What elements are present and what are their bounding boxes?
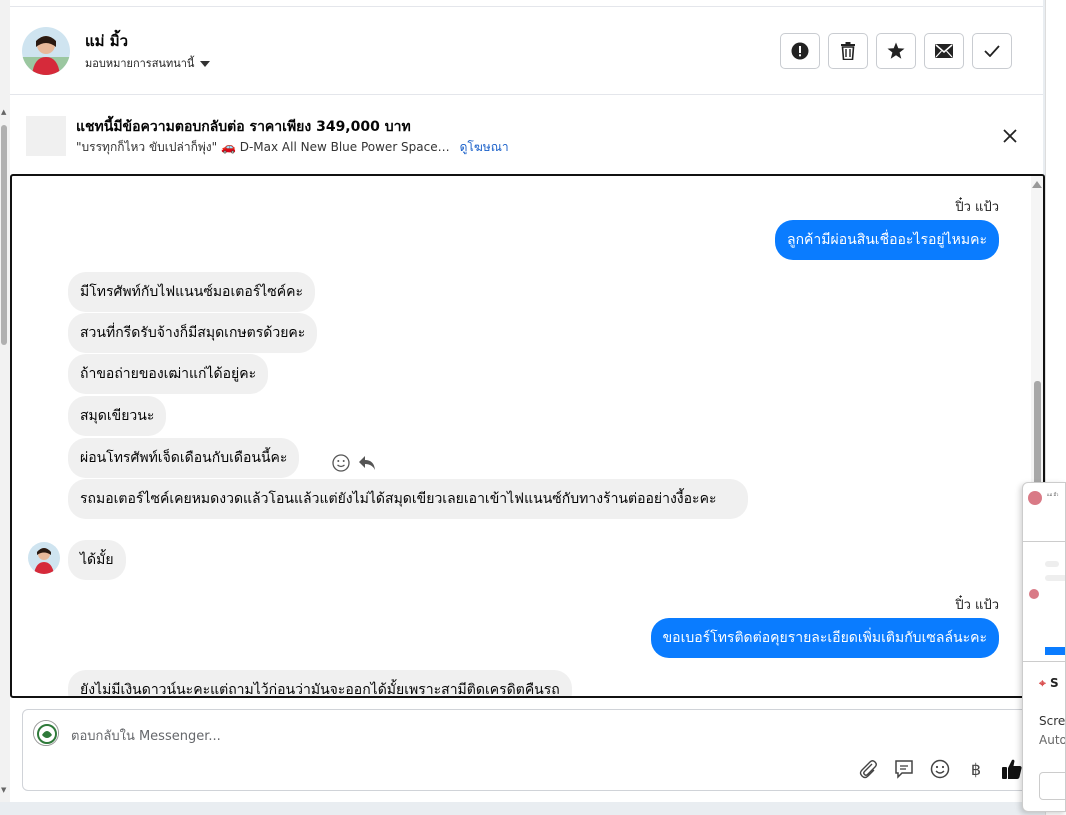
contact-avatar-small[interactable] — [28, 542, 60, 574]
scroll-down-arrow-icon[interactable]: ▼ — [1, 786, 6, 794]
emoji-icon[interactable] — [929, 758, 951, 780]
reply-icon[interactable] — [358, 455, 376, 471]
ad-thumbnail — [26, 116, 66, 156]
message-bubble-incoming[interactable]: มีโทรศัพท์กับไฟแนนซ์มอเตอร์ไซค์คะ — [68, 272, 316, 312]
messenger-inbox-page: ▲ ▼ แม่ มิ้ว มอบหมายการสนทนานี้ แชทนี้มี… — [0, 0, 1066, 815]
ad-title: แชทนี้มีข้อความตอบกลับต่อ ราคาเพียง 349,… — [76, 119, 411, 135]
mini-avatar — [1029, 589, 1039, 599]
chevron-down-icon — [200, 61, 211, 67]
message-bubble-incoming[interactable]: ถ้าขอถ่ายของเฒ่าแก่ได้อยู่คะ — [68, 354, 269, 394]
sender-name: ปิ๋ว แป้ว — [955, 598, 999, 613]
card-line: Auto — [1039, 733, 1066, 747]
message-bubble-incoming[interactable]: ยังไม่มีเงินดาวน์นะคะแต่ถามไว้ก่อนว่ามัน… — [68, 670, 572, 696]
star-button[interactable] — [876, 33, 916, 69]
trash-icon — [841, 42, 855, 60]
app-letter: S — [1049, 676, 1059, 690]
outer-scrollbar[interactable]: ▲ ▼ — [0, 0, 10, 802]
emoji-react-icon[interactable] — [332, 454, 350, 472]
mini-avatar — [1028, 491, 1042, 505]
mini-bubble — [1045, 561, 1059, 567]
exclamation-circle-icon — [791, 42, 809, 60]
message-bubble-outgoing[interactable]: ลูกค้ามีผ่อนสินเชื่ออะไรอยู่ไหมคะ — [775, 220, 999, 260]
app-logo-glyph: ⌖ — [1039, 676, 1046, 690]
contact-avatar[interactable] — [22, 27, 70, 75]
message-bubble-incoming[interactable]: รถมอเตอร์ไซค์เคยหมดงวดแล้วโอนแล้วแต่ยังไ… — [68, 479, 748, 519]
mark-unread-button[interactable] — [924, 33, 964, 69]
message-bubble-incoming[interactable]: ได้มั้ย — [68, 540, 126, 580]
check-icon — [984, 45, 1000, 57]
envelope-icon — [935, 44, 953, 58]
message-bubble-incoming[interactable]: สมุดเขียวนะ — [68, 396, 167, 436]
page-avatar — [33, 720, 59, 746]
contact-name[interactable]: แม่ มิ้ว — [85, 29, 128, 53]
paperclip-icon[interactable] — [857, 758, 879, 780]
thumbs-up-icon[interactable] — [1001, 758, 1023, 780]
ad-subtitle-row: "บรรทุกก็ไหว ขับเปล่าก็พุ่ง" 🚗 D-Max All… — [76, 138, 509, 157]
star-icon — [887, 42, 905, 59]
card-button[interactable] — [1039, 772, 1065, 800]
sender-name: ปิ๋ว แป้ว — [955, 200, 999, 215]
mark-done-button[interactable] — [972, 33, 1012, 69]
app-logo-icon: ⌖ S — [1039, 676, 1059, 691]
saved-reply-icon[interactable] — [893, 758, 915, 780]
message-thread[interactable]: ปิ๋ว แป้ว ลูกค้ามีผ่อนสินเชื่ออะไรอยู่ไห… — [10, 174, 1045, 698]
report-button[interactable] — [780, 33, 820, 69]
delete-button[interactable] — [828, 33, 868, 69]
divider — [1023, 541, 1065, 542]
message-bubble-incoming[interactable]: ผ่อนโทรศัพท์เจ็ดเดือนกับเดือนนี้คะ — [68, 438, 300, 478]
scroll-up-arrow-icon[interactable] — [1032, 181, 1042, 188]
mini-bubble-outgoing — [1045, 647, 1065, 655]
mini-bubble — [1045, 575, 1065, 581]
message-input[interactable]: ตอบกลับใน Messenger... — [71, 725, 221, 746]
composer-toolbar: ฿ — [857, 758, 1023, 780]
header-actions — [780, 33, 1012, 69]
message-bubble-incoming[interactable]: สวนที่กรีดรับจ้างก็มีสมุดเกษตรด้วยคะ — [68, 313, 318, 353]
ad-subtitle: "บรรทุกก็ไหว ขับเปล่าก็พุ่ง" 🚗 D-Max All… — [76, 140, 450, 154]
message-hover-actions — [332, 454, 376, 472]
assign-label: มอบหมายการสนทนานี้ — [85, 57, 195, 70]
ad-context-bar: แชทนี้มีข้อความตอบกลับต่อ ราคาเพียง 349,… — [10, 96, 1043, 174]
divider — [1023, 661, 1065, 662]
scroll-up-arrow-icon[interactable]: ▲ — [1, 108, 6, 116]
conversation-header: แม่ มิ้ว มอบหมายการสนทนานี้ — [10, 6, 1043, 95]
reply-composer: ตอบกลับใน Messenger... ฿ — [22, 709, 1032, 791]
assign-conversation-dropdown[interactable]: มอบหมายการสนทนานี้ — [85, 54, 211, 72]
view-ad-link[interactable]: ดูโฆษณา — [460, 138, 509, 157]
baht-icon[interactable]: ฿ — [965, 758, 987, 780]
floating-preview-card[interactable]: แม่ มิ้ว ⌖ S Scre Auto — [1022, 482, 1066, 812]
mini-contact-name: แม่ มิ้ว — [1047, 492, 1059, 497]
thread-scroll-thumb[interactable] — [1034, 381, 1041, 491]
message-bubble-outgoing[interactable]: ขอเบอร์โทรติดต่อคุยรายละเอียดเพิ่มเติมกั… — [650, 618, 999, 658]
outer-scroll-thumb[interactable] — [1, 125, 7, 345]
close-icon[interactable] — [1003, 124, 1017, 148]
card-line: Scre — [1039, 714, 1066, 728]
